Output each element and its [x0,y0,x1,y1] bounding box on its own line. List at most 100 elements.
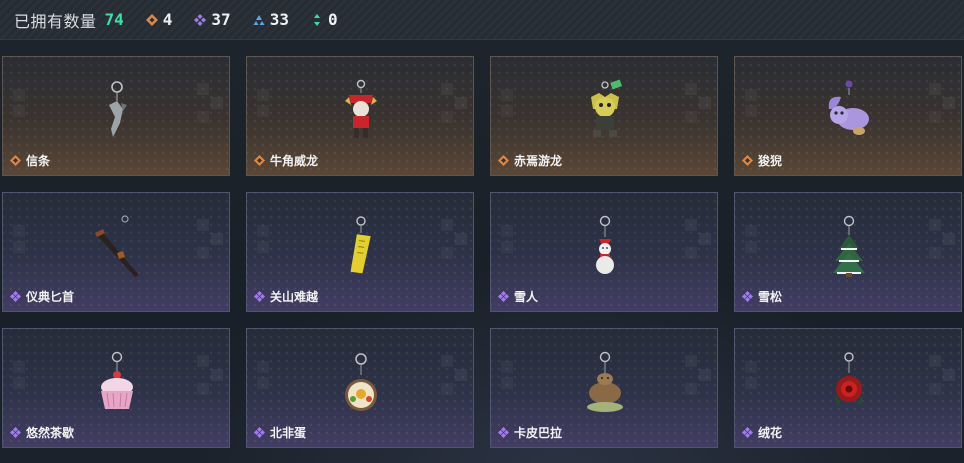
yellow-creature-keychain-icon [591,79,623,137]
orange-diamond-icon [145,13,158,26]
item-card[interactable]: 北非蛋 [246,328,474,448]
card-decor [501,225,515,255]
stat-blue: 33 [253,10,289,29]
item-name-row: 牛角威龙 [254,152,318,169]
stat-orange-value: 4 [162,10,173,29]
item-name-row: 信条 [10,152,50,169]
card-decor [257,225,271,255]
item-name-row: 卡皮巴拉 [498,424,562,441]
stat-green: 0 [311,10,338,29]
egg-pan-keychain-icon [345,353,377,411]
card-decor [501,361,515,391]
card-decor [929,83,955,123]
cupcake-keychain-icon [101,351,133,409]
card-decor [13,89,27,119]
item-name: 绒花 [758,426,783,440]
item-name-row: 狻猊 [742,152,782,169]
rarity-diamond-icon [498,291,509,302]
card-decor [197,83,223,123]
capybara-keychain-icon [587,351,623,412]
card-decor [13,225,27,255]
card-decor [197,219,223,259]
item-card[interactable]: 绒花 [734,328,962,448]
snowman-keychain-icon [596,215,614,274]
card-decor [929,355,955,395]
item-card[interactable]: 仪典匕首 [2,192,230,312]
rarity-diamond-icon [254,427,265,438]
item-name-row: 仪典匕首 [10,288,74,305]
item-name: 仪典匕首 [26,290,75,304]
item-name-row: 悠然茶歇 [10,424,74,441]
rarity-diamond-icon [498,155,509,166]
item-grid: 信条 牛角威龙 赤焉游龙 狻猊仪典匕首 关山难越 雪人 雪松悠然茶歇 北非蛋 卡皮巴拉 绒花 [2,56,962,448]
stat-purple: 37 [194,10,231,29]
item-name: 狻猊 [758,154,783,168]
red-flower-keychain-icon [835,352,863,405]
purple-lion-keychain-icon [828,80,869,135]
card-decor [257,89,271,119]
item-name: 雪松 [758,290,783,304]
card-decor [745,225,759,255]
item-name: 雪人 [514,290,539,304]
stat-orange: 4 [145,10,173,29]
blade-keychain-icon [109,81,127,137]
card-decor [929,219,955,259]
owned-count: 74 [104,10,124,29]
rarity-diamond-icon [742,291,753,302]
item-name-row: 关山难越 [254,288,318,305]
rarity-diamond-icon [10,155,21,166]
item-name-row: 赤焉游龙 [498,152,562,169]
item-name: 牛角威龙 [270,154,319,168]
item-name: 卡皮巴拉 [514,426,563,440]
card-decor [13,361,27,391]
item-name-row: 北非蛋 [254,424,306,441]
item-card[interactable]: 狻猊 [734,56,962,176]
yellow-tag-keychain-icon [350,216,371,274]
item-card[interactable]: 悠然茶歇 [2,328,230,448]
purple-diamond-icon [194,13,207,26]
rarity-diamond-icon [254,155,265,166]
card-decor [441,355,467,395]
item-name: 赤焉游龙 [514,154,563,168]
card-decor [685,83,711,123]
item-card[interactable]: 信条 [2,56,230,176]
pine-tree-keychain-icon [833,215,865,277]
card-decor [745,89,759,119]
rarity-diamond-icon [498,427,509,438]
item-name: 关山难越 [270,290,319,304]
stat-purple-value: 37 [211,10,231,29]
item-name-row: 雪人 [498,288,538,305]
card-decor [685,355,711,395]
green-arrows-icon [313,13,320,26]
item-card[interactable]: 关山难越 [246,192,474,312]
owned-label: 已拥有数量 [14,11,97,31]
item-card[interactable]: 卡皮巴拉 [490,328,718,448]
item-card[interactable]: 雪松 [734,192,962,312]
card-decor [441,83,467,123]
dagger-keychain-icon [95,215,139,277]
card-decor [257,361,271,391]
card-decor [441,219,467,259]
card-decor [197,355,223,395]
card-decor [745,361,759,391]
blue-triangle-icon [253,14,265,25]
collection-header: 已拥有数量 74 4 37 33 0 [0,0,964,40]
rarity-diamond-icon [10,291,21,302]
rarity-diamond-icon [10,427,21,438]
item-card[interactable]: 赤焉游龙 [490,56,718,176]
item-card[interactable]: 牛角威龙 [246,56,474,176]
stat-green-value: 0 [327,10,338,29]
item-name: 悠然茶歇 [26,426,75,440]
card-decor [685,219,711,259]
red-warrior-keychain-icon [345,79,377,138]
rarity-diamond-icon [742,427,753,438]
item-name: 信条 [26,154,51,168]
item-card[interactable]: 雪人 [490,192,718,312]
rarity-diamond-icon [254,291,265,302]
item-name: 北非蛋 [270,426,307,440]
card-decor [501,89,515,119]
item-name-row: 绒花 [742,424,782,441]
rarity-diamond-icon [742,155,753,166]
item-name-row: 雪松 [742,288,782,305]
stat-blue-value: 33 [269,10,289,29]
